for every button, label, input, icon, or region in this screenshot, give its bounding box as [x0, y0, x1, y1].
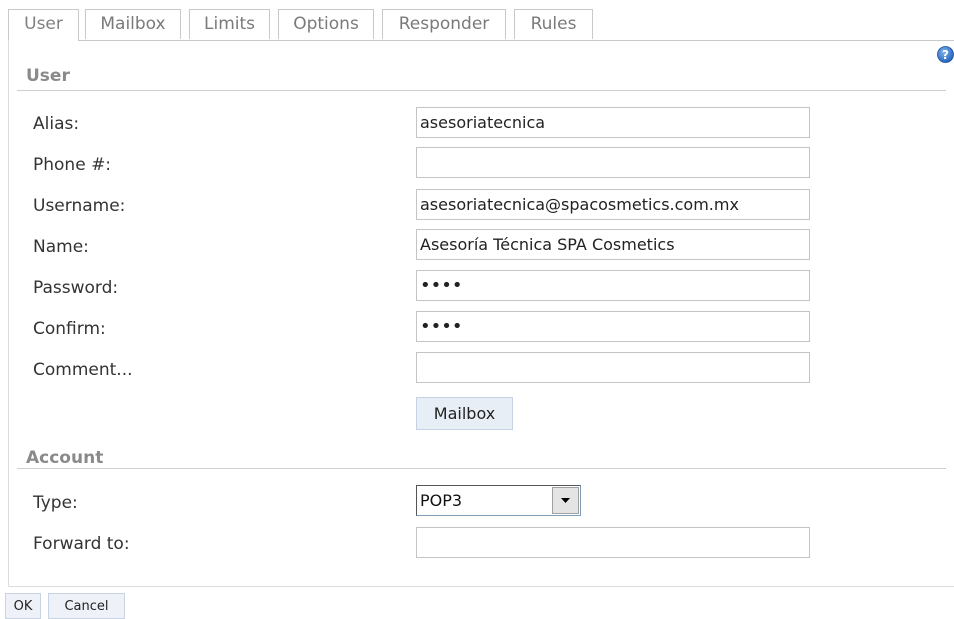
tab-bar: User Mailbox Limits Options Responder Ru… [0, 0, 954, 42]
alias-label: Alias: [33, 114, 80, 134]
forward-input[interactable] [416, 527, 810, 558]
cancel-button[interactable]: Cancel [48, 593, 125, 619]
tab-rules[interactable]: Rules [514, 9, 593, 39]
alias-input[interactable] [416, 107, 810, 138]
phone-label: Phone #: [33, 155, 112, 175]
name-label: Name: [33, 237, 89, 257]
confirm-input[interactable] [416, 311, 810, 342]
ok-button[interactable]: OK [5, 593, 41, 619]
tab-options[interactable]: Options [278, 9, 374, 39]
password-label: Password: [33, 278, 119, 298]
name-input[interactable] [416, 229, 810, 260]
tab-responder[interactable]: Responder [382, 9, 506, 39]
section-divider-user [17, 90, 946, 91]
comment-input[interactable] [416, 352, 810, 383]
account-type-select[interactable]: POP3 [416, 485, 581, 516]
tab-mailbox[interactable]: Mailbox [85, 9, 181, 39]
section-title-account: Account [26, 448, 104, 468]
tab-limits[interactable]: Limits [189, 9, 270, 39]
confirm-label: Confirm: [33, 319, 106, 339]
tab-user[interactable]: User [8, 9, 79, 41]
chevron-down-icon[interactable] [552, 487, 579, 514]
username-input[interactable] [416, 189, 810, 220]
forward-label: Forward to: [33, 534, 130, 554]
username-label: Username: [33, 196, 126, 216]
password-input[interactable] [416, 270, 810, 301]
section-divider-account [17, 468, 946, 469]
type-label: Type: [33, 493, 78, 513]
user-edit-dialog: User Mailbox Limits Options Responder Ru… [0, 0, 954, 619]
account-type-value: POP3 [420, 491, 463, 510]
phone-input[interactable] [416, 147, 810, 178]
mailbox-button[interactable]: Mailbox [416, 397, 513, 430]
comment-label: Comment... [33, 360, 133, 380]
section-title-user: User [26, 66, 70, 86]
